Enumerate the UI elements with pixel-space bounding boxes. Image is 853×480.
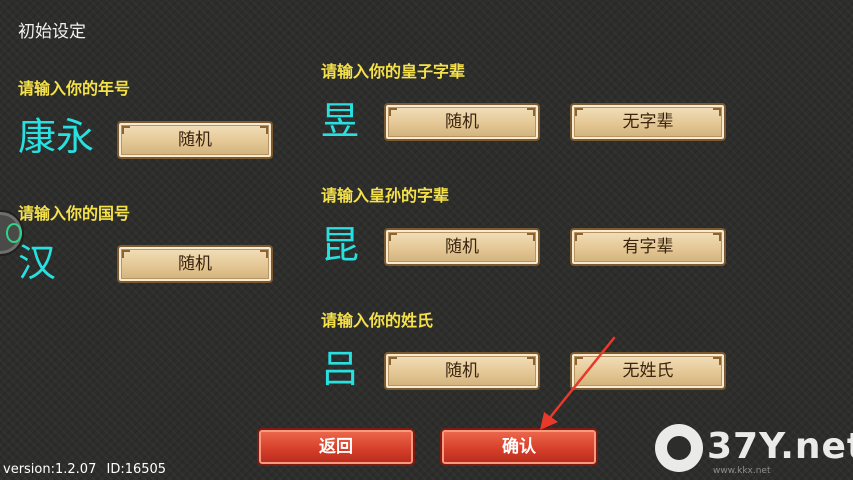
watermark-emblem-icon [655,424,703,472]
watermark-logo: 37Y.net www.kkx.net [655,420,853,476]
watermark-sub: www.kkx.net [713,466,771,476]
watermark-brand: 37Y.net [707,426,853,467]
annotation-arrow [540,336,616,430]
